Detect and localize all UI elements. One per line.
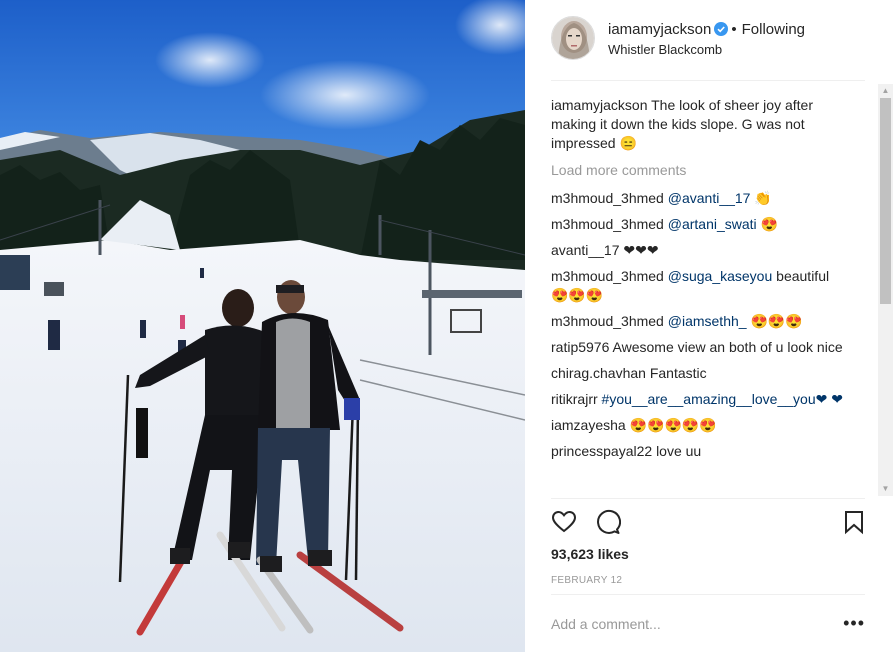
post-side-panel: iamamyjackson • Following Whistler Blackco… <box>525 0 893 652</box>
comment-text: 😍 <box>756 216 778 232</box>
comment-item: ritikrajrr #you__are__amazing__love__you… <box>551 390 847 409</box>
post-photo[interactable] <box>0 0 525 652</box>
comment-username[interactable]: ratip5976 <box>551 339 609 355</box>
comment-username[interactable]: m3hmoud_3hmed <box>551 216 664 232</box>
scrollbar-thumb[interactable] <box>880 98 891 304</box>
comment-text: Fantastic <box>649 365 707 381</box>
comments-divider <box>551 498 865 499</box>
bookmark-icon <box>845 511 863 535</box>
scroll-up-arrow-icon[interactable]: ▲ <box>878 84 893 98</box>
comment-item: m3hmoud_3hmed @avanti__17 👏 <box>551 189 847 208</box>
comment-username[interactable]: avanti__17 <box>551 242 620 258</box>
comment-username[interactable]: chirag.chavhan <box>551 365 646 381</box>
verified-badge-icon <box>714 22 729 36</box>
comment-mention[interactable]: @avanti__17 <box>668 190 751 206</box>
comment-item: m3hmoud_3hmed @iamsethh_ 😍😍😍 <box>551 312 847 331</box>
comments-scrollbar[interactable]: ▲ ▼ <box>878 84 893 496</box>
comment-username[interactable]: m3hmoud_3hmed <box>551 268 664 284</box>
header-username[interactable]: iamamyjackson <box>608 21 711 38</box>
comment-text: Awesome view an both of u look nice <box>612 339 843 355</box>
comment-item: avanti__17 ❤❤❤ <box>551 241 847 260</box>
avatar[interactable] <box>551 16 595 60</box>
comment-username[interactable]: ritikrajrr <box>551 391 598 407</box>
comment-username[interactable]: m3hmoud_3hmed <box>551 190 664 206</box>
comment-text: ❤ ❤ <box>815 391 843 407</box>
following-button[interactable]: Following <box>742 21 805 38</box>
more-options-icon[interactable]: ••• <box>843 614 865 632</box>
comment-username[interactable]: iamzayesha <box>551 417 626 433</box>
comment-bubble-icon <box>597 509 622 534</box>
heart-icon <box>551 510 577 533</box>
header-divider <box>551 80 865 81</box>
comment-item: m3hmoud_3hmed @suga_kaseyou beautiful 😍😍… <box>551 267 847 305</box>
comment-text: ❤❤❤ <box>623 242 659 258</box>
post-actions <box>551 509 865 535</box>
comment-item: m3hmoud_3hmed @artani_swati 😍 <box>551 215 847 234</box>
avatar-image <box>552 17 594 59</box>
comment-mention[interactable]: @suga_kaseyou <box>668 268 773 284</box>
caption: iamamyjackson The look of sheer joy afte… <box>551 96 847 153</box>
add-comment-row: ••• <box>551 614 865 636</box>
ski-slope-photo <box>0 0 525 652</box>
likes-count[interactable]: 93,623 likes <box>551 546 629 562</box>
comment-item: princesspayal22 love uu <box>551 442 847 461</box>
comments-list[interactable]: iamamyjackson The look of sheer joy afte… <box>551 96 877 498</box>
scroll-down-arrow-icon[interactable]: ▼ <box>878 482 893 496</box>
comment-item: chirag.chavhan Fantastic <box>551 364 847 383</box>
like-button[interactable] <box>551 509 577 535</box>
comment-item: iamzayesha 😍😍😍😍😍 <box>551 416 847 435</box>
comment-item: ratip5976 Awesome view an both of u look… <box>551 338 847 357</box>
header-user-line: iamamyjackson • Following <box>608 21 805 38</box>
comment-text: 👏 <box>750 190 772 206</box>
post-date[interactable]: FEBRUARY 12 <box>551 575 622 586</box>
load-more-comments-button[interactable]: Load more comments <box>551 161 877 180</box>
comment-text: 😍😍😍 <box>746 313 803 329</box>
comment-button[interactable] <box>595 509 622 535</box>
actions-divider <box>551 594 865 595</box>
save-button[interactable] <box>841 509 867 535</box>
comment-username[interactable]: m3hmoud_3hmed <box>551 313 664 329</box>
separator-dot: • <box>731 21 737 38</box>
comment-text: love uu <box>656 443 702 459</box>
add-comment-input[interactable] <box>551 616 831 632</box>
comment-mention[interactable]: @artani_swati <box>668 216 757 232</box>
comment-username[interactable]: princesspayal22 <box>551 443 652 459</box>
comment-mention[interactable]: @iamsethh_ <box>668 313 747 329</box>
comment-text: 😍😍😍😍😍 <box>629 417 717 433</box>
location-link[interactable]: Whistler Blackcomb <box>608 42 722 57</box>
comment-hashtag[interactable]: #you__are__amazing__love__you <box>602 391 816 407</box>
post-header: iamamyjackson • Following Whistler Blackco… <box>551 16 865 60</box>
caption-username[interactable]: iamamyjackson <box>551 97 647 113</box>
